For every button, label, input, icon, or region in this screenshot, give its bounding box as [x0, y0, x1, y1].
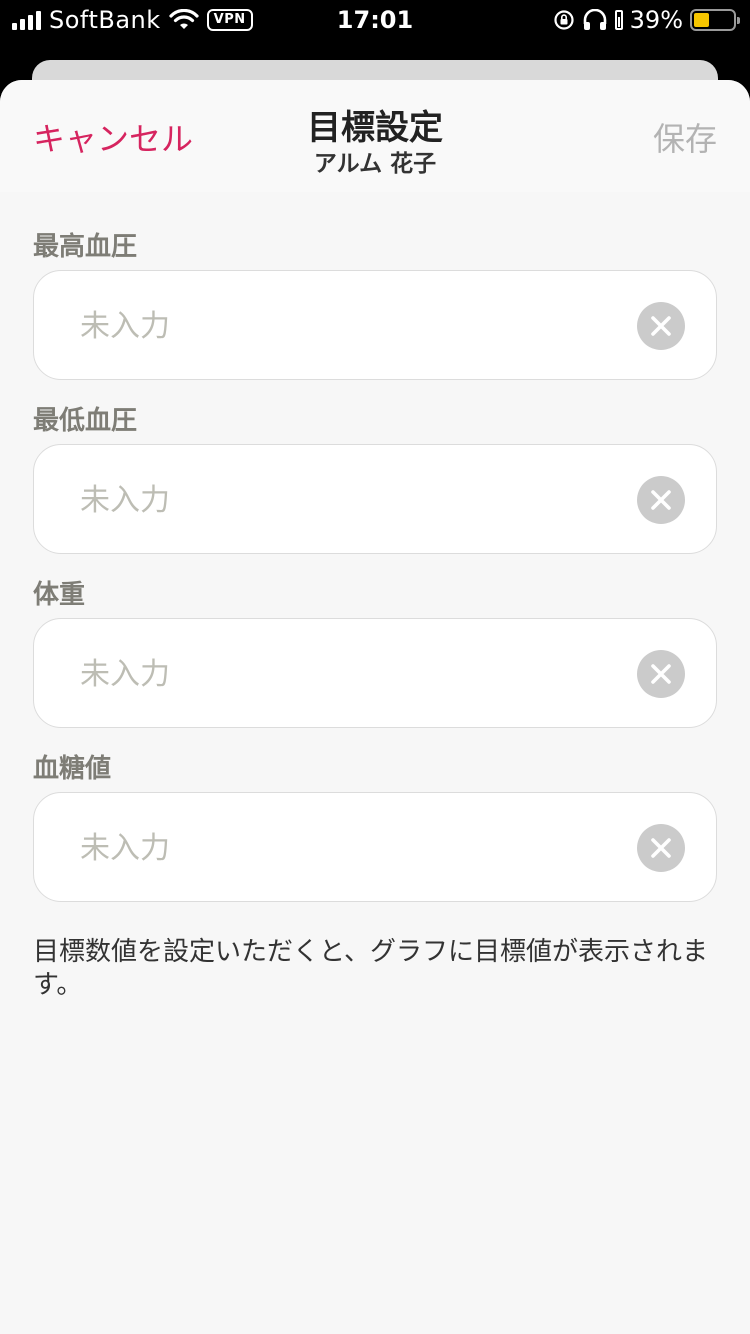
status-bar: SoftBank VPN 17:01 39%	[0, 0, 750, 42]
field-weight[interactable]	[33, 618, 717, 728]
field-label-max-bp: 最高血圧	[33, 232, 138, 262]
field-min-bp[interactable]	[33, 444, 717, 554]
close-icon	[651, 490, 671, 510]
field-label-blood-sugar: 血糖値	[33, 754, 112, 784]
nav-bar: キャンセル 目標設定 アルム 花子 保存	[0, 80, 750, 192]
blood-sugar-input[interactable]	[80, 823, 600, 873]
headphones-icon	[583, 9, 606, 30]
battery-fill	[694, 13, 709, 27]
clear-max-bp-button[interactable]	[637, 302, 685, 350]
weight-input[interactable]	[80, 649, 600, 699]
battery-percent: 39%	[629, 6, 683, 34]
field-label-min-bp: 最低血圧	[33, 406, 138, 436]
save-button[interactable]: 保存	[653, 114, 717, 160]
status-right: 39%	[553, 6, 740, 34]
min-bp-input[interactable]	[80, 475, 600, 525]
battery-icon	[690, 9, 740, 31]
goal-settings-sheet: キャンセル 目標設定 アルム 花子 保存 最高血圧 最低血圧 体重	[0, 80, 750, 1334]
field-label-weight: 体重	[33, 580, 86, 610]
clear-blood-sugar-button[interactable]	[637, 824, 685, 872]
max-bp-input[interactable]	[80, 301, 600, 351]
close-icon	[651, 316, 671, 336]
page-subtitle: アルム 花子	[313, 151, 437, 177]
field-max-bp[interactable]	[33, 270, 717, 380]
close-icon	[651, 838, 671, 858]
clear-weight-button[interactable]	[637, 650, 685, 698]
clear-min-bp-button[interactable]	[637, 476, 685, 524]
help-note: 目標数値を設定いただくと、グラフに目標値が表示されます。	[33, 937, 708, 1000]
accessory-battery-icon	[614, 10, 623, 30]
field-blood-sugar[interactable]	[33, 792, 717, 902]
rotation-lock-icon	[554, 10, 574, 30]
close-icon	[651, 664, 671, 684]
page-title: 目標設定	[307, 108, 443, 148]
